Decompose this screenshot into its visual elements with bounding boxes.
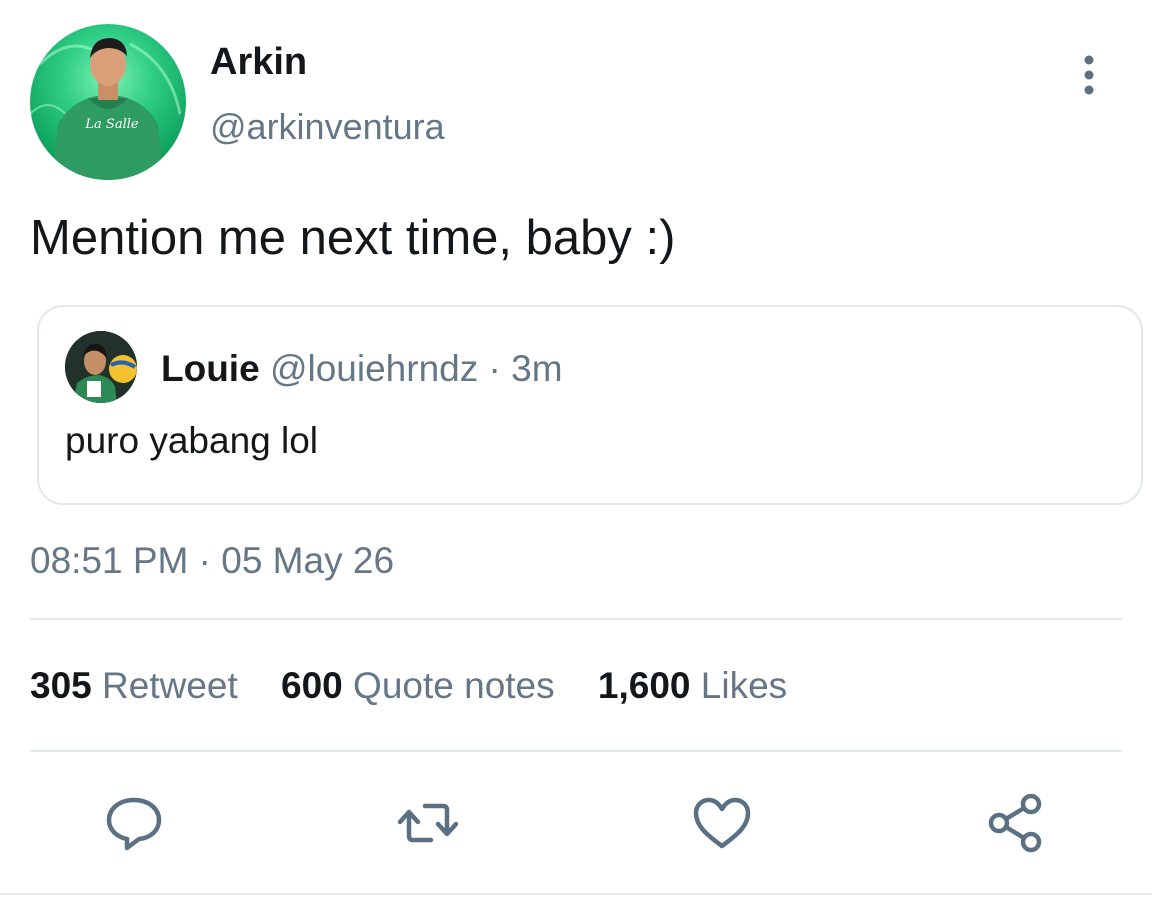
retweet-count: 305 — [30, 665, 92, 706]
quoted-avatar-image — [65, 331, 137, 403]
tweet-text: Mention me next time, baby :) — [30, 211, 676, 265]
more-options-button[interactable] — [1066, 52, 1112, 98]
quote-count: 600 — [281, 665, 343, 706]
quote-label: Quote notes — [353, 665, 555, 706]
retweet-label: Retweet — [102, 665, 238, 706]
like-button[interactable] — [689, 790, 755, 856]
more-vertical-icon — [1084, 55, 1094, 95]
quoted-author-avatar[interactable] — [65, 331, 137, 403]
retweet-icon — [397, 803, 459, 843]
share-icon — [988, 793, 1042, 853]
tweet-stats: 305 Retweet 600 Quote notes 1,600 Likes — [30, 664, 820, 708]
share-button[interactable] — [983, 790, 1049, 856]
quoted-tweet-card[interactable]: Louie @louiehrndz · 3m puro yabang lol — [37, 305, 1143, 505]
divider — [0, 893, 1152, 895]
author-avatar-image: La Salle — [30, 38, 182, 180]
divider — [30, 750, 1122, 752]
author-handle[interactable]: @arkinventura — [210, 106, 445, 148]
likes-stat[interactable]: 1,600 Likes — [598, 664, 787, 708]
author-avatar[interactable]: La Salle — [30, 24, 186, 180]
avatar-shirt-text: La Salle — [84, 117, 138, 132]
retweet-stat[interactable]: 305 Retweet — [30, 664, 238, 708]
quoted-author-name[interactable]: Louie — [161, 348, 260, 389]
likes-label: Likes — [700, 665, 788, 706]
quoted-author-handle[interactable]: @louiehrndz — [270, 348, 478, 389]
reply-icon — [106, 797, 162, 851]
heart-icon — [693, 797, 751, 849]
tweet-timestamp: 08:51 PM · 05 May 26 — [30, 540, 395, 581]
retweet-button[interactable] — [395, 790, 461, 856]
reply-button[interactable] — [101, 790, 167, 856]
quoted-time-ago: · 3m — [488, 348, 563, 389]
quoted-tweet-text: puro yabang lol — [65, 420, 319, 461]
divider — [30, 618, 1122, 620]
quoted-tweet-header: Louie @louiehrndz · 3m — [161, 347, 563, 391]
author-name[interactable]: Arkin — [210, 40, 307, 84]
quote-stat[interactable]: 600 Quote notes — [281, 664, 555, 708]
likes-count: 1,600 — [597, 665, 691, 706]
